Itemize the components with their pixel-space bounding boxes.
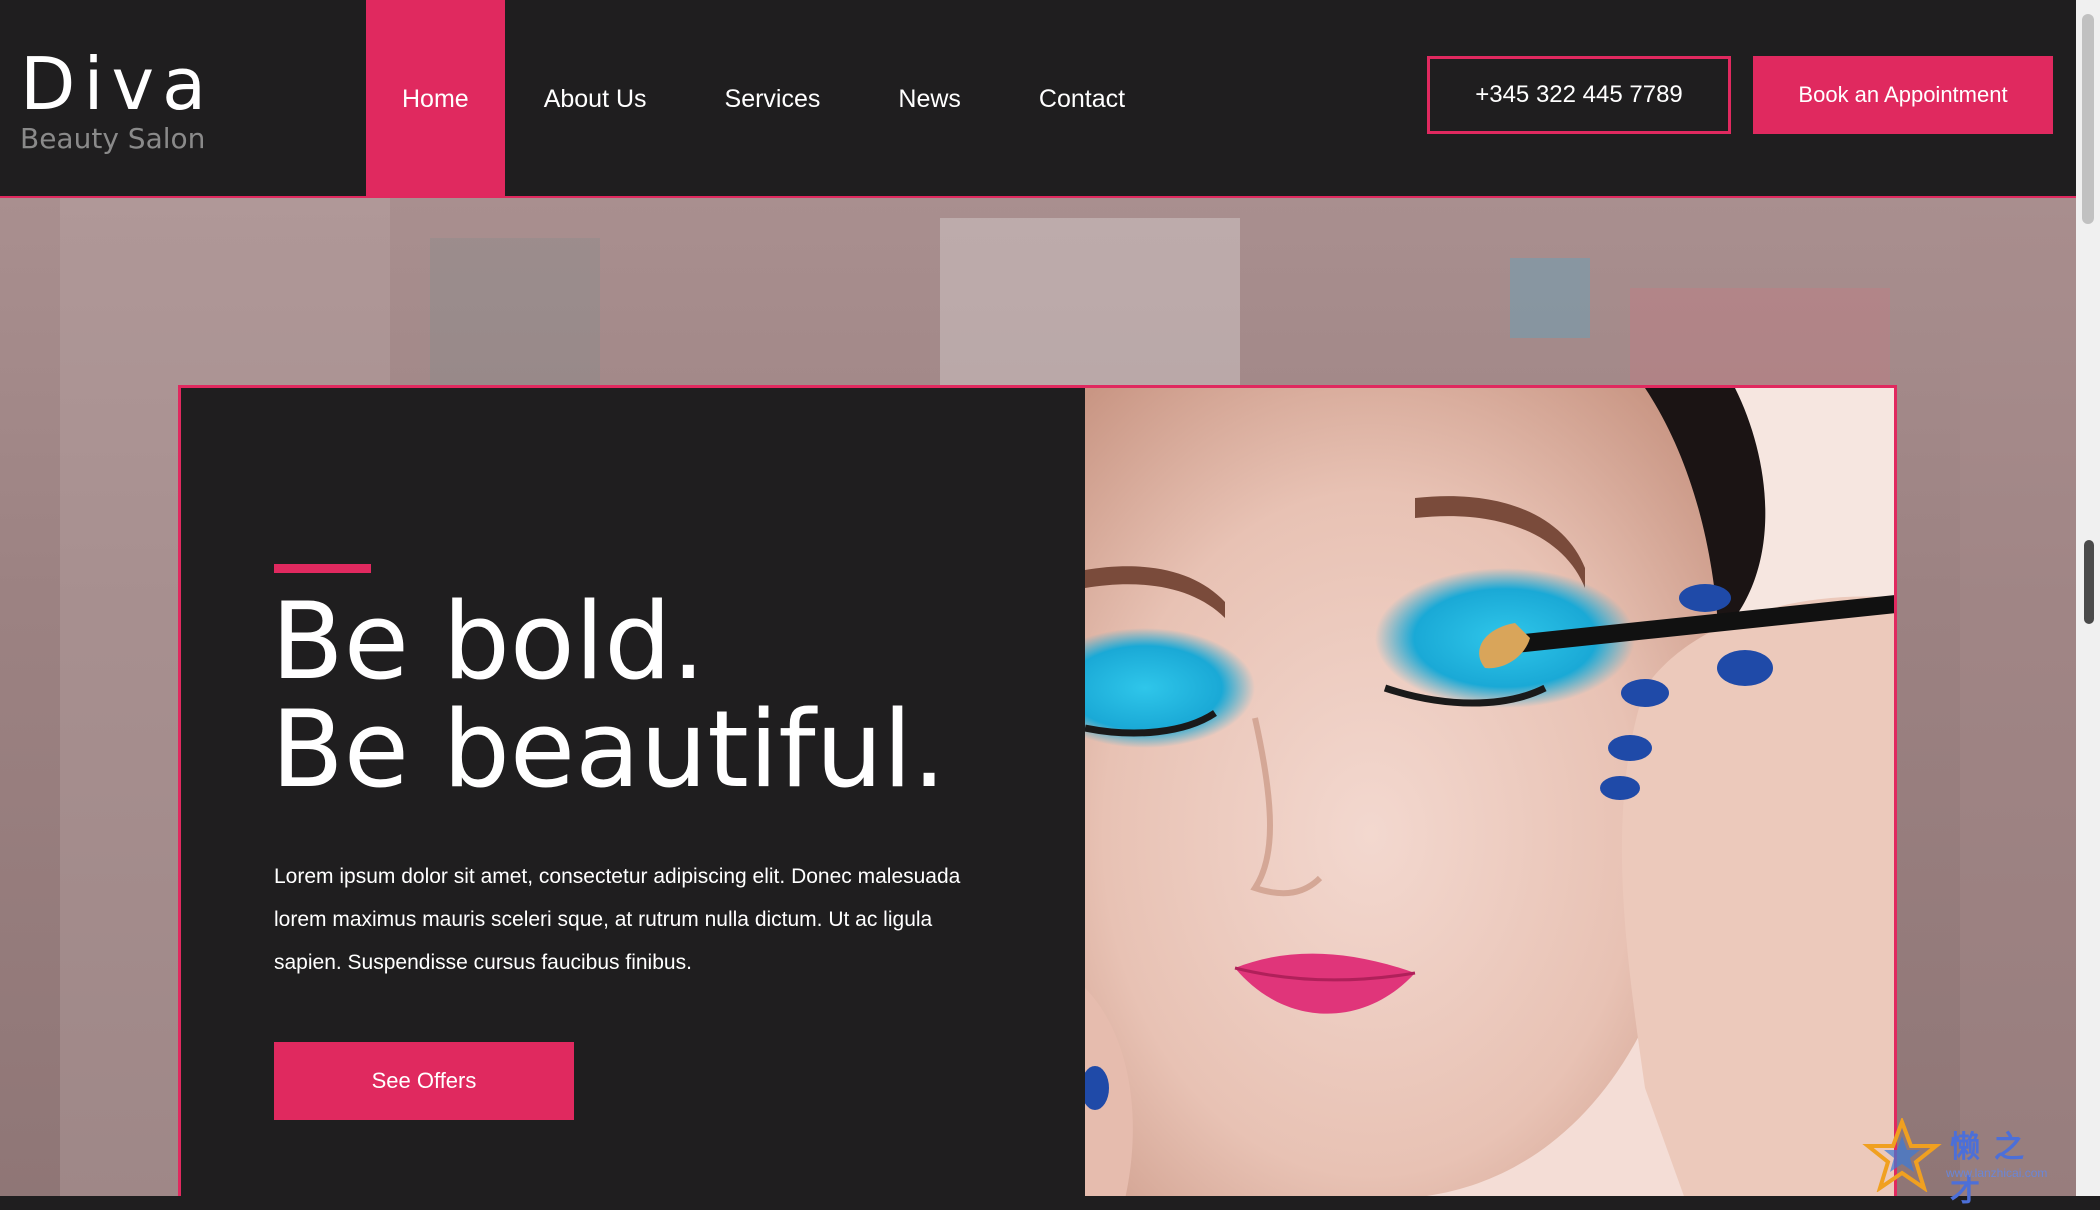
hero-card: Be bold. Be beautiful. Lorem ipsum dolor… (178, 385, 1897, 1196)
book-appointment-button[interactable]: Book an Appointment (1753, 56, 2053, 134)
accent-line (274, 564, 371, 573)
logo-name: Diva (20, 42, 215, 126)
hero-text-panel: Be bold. Be beautiful. Lorem ipsum dolor… (181, 388, 1085, 1196)
hero-body-text: Lorem ipsum dolor sit amet, consectetur … (274, 865, 961, 974)
star-icon (1862, 1116, 1942, 1193)
main-nav: Home About Us Services News Contact (366, 0, 1164, 198)
headline-line-2: Be beautiful. (271, 688, 946, 811)
model-makeup-photo (1085, 388, 1894, 1196)
see-offers-button[interactable]: See Offers (274, 1042, 574, 1120)
nav-services[interactable]: Services (686, 0, 860, 198)
hero-image (1085, 388, 1894, 1196)
nav-contact[interactable]: Contact (1000, 0, 1164, 198)
site-header: Diva Beauty Salon Home About Us Services… (0, 0, 2076, 198)
nav-home[interactable]: Home (366, 0, 505, 198)
hero-headline: Be bold. Be beautiful. (271, 588, 946, 804)
scrollbar-thumb[interactable] (2082, 14, 2094, 224)
watermark-logo: 懒之才 www.lanzhicai.com (1862, 1116, 2062, 1208)
nav-about-us[interactable]: About Us (505, 0, 686, 198)
nav-news[interactable]: News (859, 0, 1000, 198)
logo-tagline: Beauty Salon (20, 122, 206, 155)
logo[interactable]: Diva Beauty Salon (20, 44, 214, 156)
scroll-indicator[interactable] (2084, 540, 2094, 624)
watermark-url: www.lanzhicai.com (1946, 1166, 2048, 1180)
phone-button[interactable]: +345 322 445 7789 (1427, 56, 1731, 134)
page-scrollbar[interactable] (2076, 0, 2100, 1196)
headline-line-1: Be bold. (271, 580, 706, 703)
